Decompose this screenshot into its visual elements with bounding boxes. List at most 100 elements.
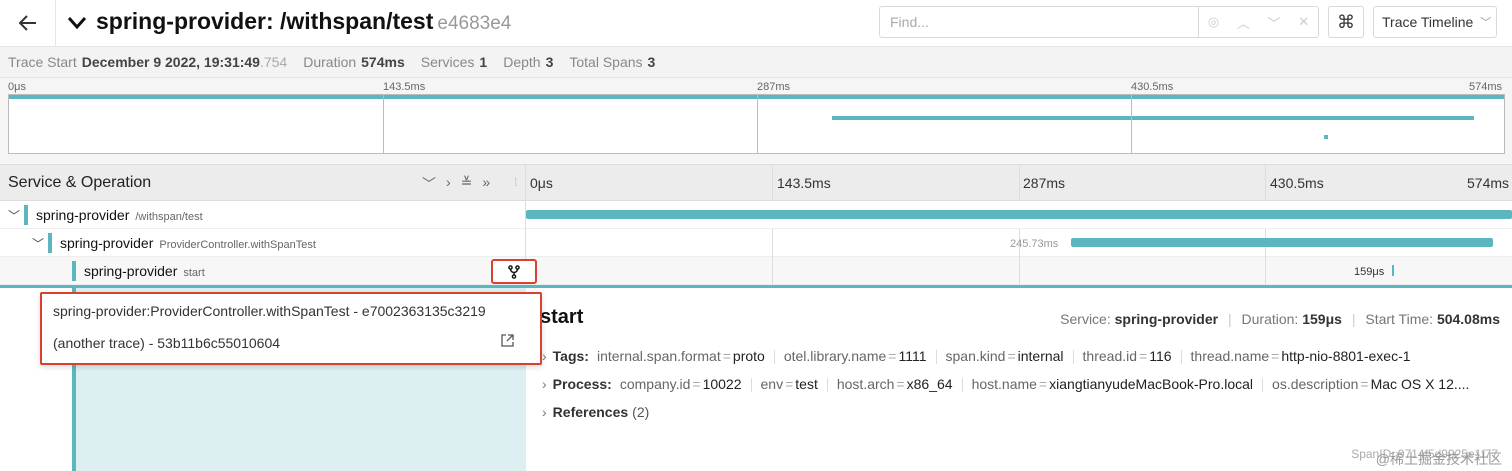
trace-start-datetime: December 9 2022, 19:31:49 <box>81 54 260 70</box>
tag-key: internal.span.format <box>596 348 721 364</box>
trace-title: spring-provider: /withspan/test e4683e4 <box>96 8 511 35</box>
minimap-tick: 430.5ms <box>1131 81 1174 93</box>
trace-id: e4683e4 <box>437 13 512 34</box>
find-controls: ◎ ︿ ﹀ ✕ <box>1198 7 1318 37</box>
collapse-title-button[interactable] <box>66 11 88 38</box>
service-value: spring-provider <box>1114 311 1219 327</box>
span-detail-body: start Service: spring-provider | Duratio… <box>526 288 1512 471</box>
references-section[interactable]: › References (2) <box>542 404 649 420</box>
span-row[interactable]: ﹀ spring-provider ProviderController.with… <box>0 229 1512 257</box>
minimap-span-bar <box>1324 135 1328 139</box>
find-input[interactable] <box>880 7 1198 37</box>
span-bar[interactable] <box>526 210 1512 219</box>
chevron-down-icon[interactable]: ﹀ <box>32 235 44 252</box>
duration-label: Duration: <box>1241 311 1299 327</box>
arrow-left-icon <box>18 15 36 31</box>
view-select[interactable]: Trace Timeline ﹀ <box>1373 6 1497 38</box>
watermark: @稀土掘金技术社区 <box>1375 451 1502 467</box>
expand-all-icon[interactable]: » <box>482 174 490 194</box>
process-value: test <box>795 376 818 392</box>
span-row-selected[interactable]: spring-provider start 159μs <box>0 257 1512 285</box>
timeline-tick: 143.5ms <box>777 175 831 191</box>
tag-key: span.kind <box>945 348 1006 364</box>
chevron-right-icon: › <box>542 376 547 392</box>
chevron-down-icon[interactable]: ﹀ <box>1268 13 1281 32</box>
span-operation: start <box>183 267 205 279</box>
span-service: spring-provider <box>60 235 154 251</box>
external-link-icon[interactable] <box>501 334 514 350</box>
tag-value: 116 <box>1149 348 1172 364</box>
reference-link[interactable]: (another trace) - 53b11b6c55010604 <box>53 335 280 351</box>
chevron-up-icon[interactable]: ︿ <box>1237 13 1250 32</box>
reference-link[interactable]: spring-provider:ProviderController.withS… <box>53 303 486 319</box>
trace-header: spring-provider: /withspan/teste4683e4 ◎… <box>0 0 1512 47</box>
tags-section[interactable]: › Tags: internal.span.format = proto otel.lib… <box>542 348 1411 365</box>
close-icon[interactable]: ✕ <box>1298 14 1309 30</box>
expand-one-icon[interactable]: › <box>446 174 451 194</box>
services-value: 1 <box>479 54 488 70</box>
back-button[interactable] <box>0 0 56 46</box>
chevron-down-icon[interactable]: ﹀ <box>8 207 20 224</box>
start-time-value: 504.08ms <box>1436 311 1500 327</box>
minimap-gridline <box>757 94 758 154</box>
process-list: company.id = 10022 env = test host.arch = x86_64… <box>619 376 1470 393</box>
span-duration-label: 159μs <box>1354 266 1385 278</box>
total-spans-value: 3 <box>647 54 656 70</box>
process-key: host.arch <box>836 376 895 392</box>
minimap-tick: 143.5ms <box>383 81 426 93</box>
span-operation: ProviderController.withSpanTest <box>159 239 316 251</box>
process-key: host.name <box>971 376 1037 392</box>
duration-value: 574ms <box>361 54 405 70</box>
minimap-tick: 287ms <box>757 81 791 93</box>
tag-key: thread.name <box>1190 348 1270 364</box>
column-divider <box>525 229 526 257</box>
span-bar[interactable] <box>1391 265 1394 276</box>
collapse-all-icon[interactable]: ≚ <box>461 174 473 194</box>
process-value: Mac OS X 12.... <box>1370 376 1470 392</box>
tag-key: thread.id <box>1082 348 1138 364</box>
service-color-bar <box>72 261 76 281</box>
minimap-tick: 0μs <box>8 81 26 93</box>
timeline-gridline <box>1265 257 1266 285</box>
timeline-tick: 574ms <box>1467 175 1510 191</box>
span-references-button[interactable] <box>491 259 537 284</box>
span-bar[interactable] <box>1071 238 1494 247</box>
depth-value: 3 <box>545 54 554 70</box>
tag-key: otel.library.name <box>783 348 887 364</box>
services-label: Services <box>420 54 475 70</box>
duration-value: 159μs <box>1302 311 1342 327</box>
locate-icon[interactable]: ◎ <box>1208 14 1219 30</box>
span-name: spring-provider start <box>84 263 205 279</box>
trace-start-ms: .754 <box>259 54 288 70</box>
trace-minimap[interactable]: 0μs 143.5ms 287ms 430.5ms 574ms <box>0 78 1512 164</box>
collapse-one-icon[interactable]: ﹀ <box>422 174 436 194</box>
process-section[interactable]: › Process: company.id = 10022 env = test host.ar… <box>542 376 1470 393</box>
tree-controls: ﹀ › ≚ » <box>422 174 490 194</box>
process-label: Process: <box>552 376 612 392</box>
timeline-tick: 287ms <box>1023 175 1066 191</box>
process-value: xiangtianyudeMacBook-Pro.local <box>1049 376 1254 392</box>
tag-value: internal <box>1017 348 1064 364</box>
process-value: x86_64 <box>906 376 953 392</box>
chevron-down-icon: ﹀ <box>1480 17 1492 29</box>
timeline-gridline <box>1265 165 1266 201</box>
start-time-label: Start Time: <box>1365 311 1434 327</box>
process-value: 10022 <box>702 376 742 392</box>
span-row[interactable]: ﹀ spring-provider/withspan/test <box>0 201 1512 229</box>
span-duration-label: 245.73ms <box>1010 238 1059 250</box>
tag-value: proto <box>732 348 765 364</box>
timeline-gridline <box>1019 165 1020 201</box>
span-operation: /withspan/test <box>135 211 203 223</box>
minimap-tick: 574ms <box>1469 81 1503 93</box>
tags-label: Tags: <box>552 348 589 364</box>
timeline-tick: 0μs <box>530 175 553 191</box>
span-detail-operation: start <box>540 306 584 328</box>
total-spans-label: Total Spans <box>569 54 643 70</box>
column-resizer[interactable]: ⁞ <box>514 175 517 189</box>
timeline-gridline <box>772 165 773 201</box>
keyboard-shortcuts-button[interactable]: ⌘ <box>1328 6 1364 38</box>
span-service: spring-provider <box>36 207 130 223</box>
tag-value: 1111 <box>898 348 927 364</box>
service-operation-header: Service & Operation <box>8 174 152 191</box>
find-box: ◎ ︿ ﹀ ✕ <box>879 6 1319 38</box>
